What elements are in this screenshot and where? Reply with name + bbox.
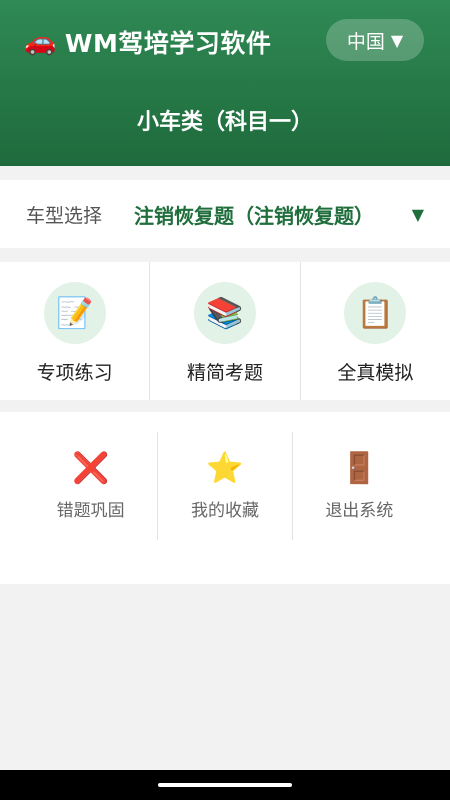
menu-item-label: 错题巩固 bbox=[56, 501, 125, 521]
menu-item-label: 我的收藏 bbox=[190, 501, 259, 521]
clipboard-icon: 📋 bbox=[344, 282, 407, 344]
app-title: 🚗 WM驾培学习软件 bbox=[24, 22, 271, 62]
car-icon: 🚗 bbox=[24, 27, 57, 57]
menu-item-mock-exam[interactable]: 📋 全真模拟 bbox=[301, 262, 450, 400]
menu-item-label: 精简考题 bbox=[186, 362, 263, 384]
app-title-text: WM驾培学习软件 bbox=[64, 29, 272, 58]
home-indicator[interactable] bbox=[158, 783, 292, 787]
region-selector[interactable]: 中国 ▼ bbox=[326, 19, 424, 61]
menu-item-favorites[interactable]: ⭐ 我的收藏 bbox=[158, 432, 293, 540]
dropdown-arrow-icon[interactable]: ▼ bbox=[412, 205, 424, 224]
menu-item-exit[interactable]: 🚪 退出系统 bbox=[293, 432, 426, 540]
secondary-menu: ❌ 错题巩固 ⭐ 我的收藏 🚪 退出系统 bbox=[0, 412, 450, 584]
subject-title: 小车类（科目一） bbox=[136, 110, 313, 135]
region-label: 中国 bbox=[346, 30, 385, 53]
vehicle-type-selector[interactable]: 车型选择 注销恢复题（注销恢复题） ▼ bbox=[0, 180, 450, 248]
star-icon: ⭐ bbox=[206, 451, 244, 486]
menu-item-special-practice[interactable]: 📝 专项练习 bbox=[0, 262, 151, 400]
cross-icon: ❌ bbox=[71, 451, 110, 486]
menu-item-label: 专项练习 bbox=[36, 362, 113, 384]
menu-item-wrong-questions[interactable]: ❌ 错题巩固 bbox=[24, 432, 159, 540]
triangle-down-icon: ▼ bbox=[390, 30, 404, 50]
vehicle-type-label: 车型选择 bbox=[26, 204, 103, 227]
menu-item-label: 全真模拟 bbox=[337, 362, 414, 384]
menu-item-label: 退出系统 bbox=[325, 501, 394, 521]
books-icon: 📚 bbox=[193, 282, 256, 344]
vehicle-type-value[interactable]: 注销恢复题（注销恢复题） bbox=[134, 200, 374, 229]
system-navigation-bar bbox=[0, 770, 450, 800]
app-header: 🚗 WM驾培学习软件 中国 ▼ 小车类（科目一） bbox=[0, 0, 450, 166]
menu-item-condensed-questions[interactable]: 📚 精简考题 bbox=[150, 262, 301, 400]
memo-icon: 📝 bbox=[43, 282, 106, 344]
main-menu: 📝 专项练习 📚 精简考题 📋 全真模拟 bbox=[0, 262, 450, 400]
door-icon: 🚪 bbox=[340, 451, 378, 486]
